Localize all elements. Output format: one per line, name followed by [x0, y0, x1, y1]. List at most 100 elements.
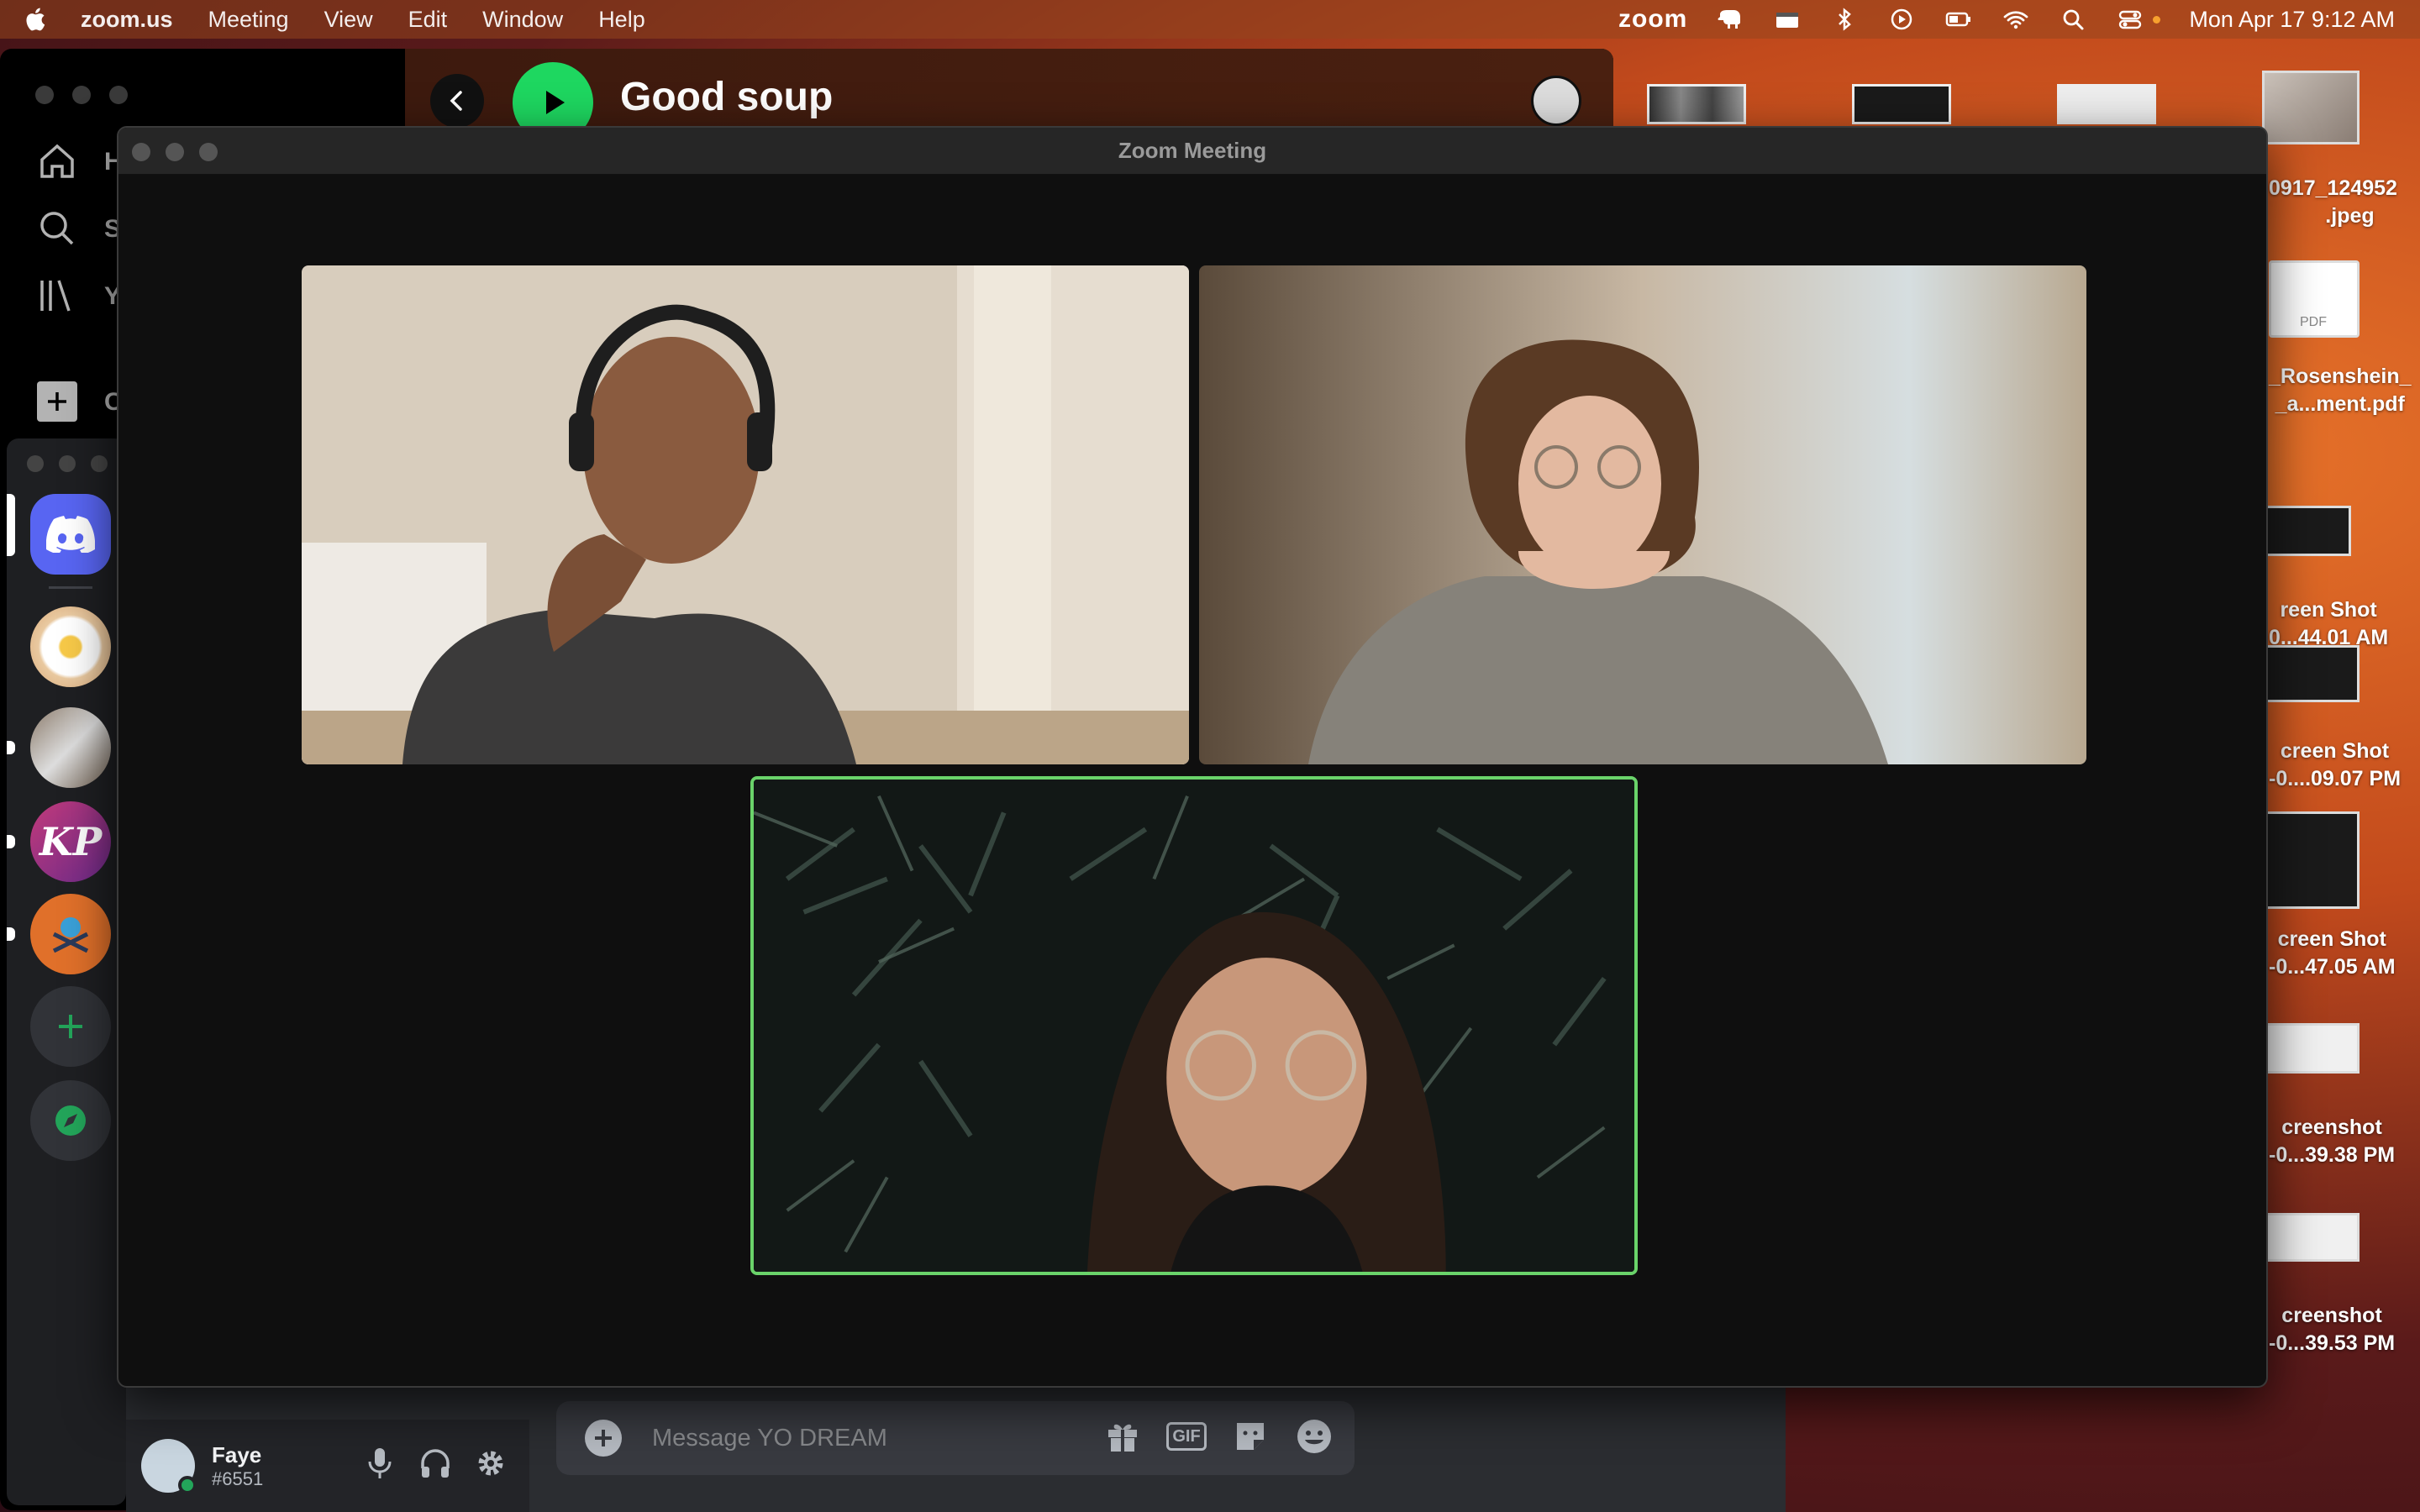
- chevron-left-icon: [450, 91, 462, 111]
- desktop-file-label[interactable]: creenshot -0...39.38 PM: [2269, 1114, 2395, 1169]
- apple-menu-icon[interactable]: [25, 8, 45, 31]
- plus-icon: [59, 1015, 82, 1038]
- create-playlist-button[interactable]: C: [37, 381, 123, 432]
- window-title: Zoom Meeting: [1118, 138, 1267, 163]
- wifi-icon[interactable]: [2002, 8, 2030, 31]
- desktop-screenshot-thumbnail[interactable]: [2265, 1213, 2360, 1262]
- zoom-window-button[interactable]: [199, 143, 218, 161]
- playlist-title: Good soup: [620, 75, 834, 119]
- discord-window-controls[interactable]: [27, 455, 108, 472]
- message-input[interactable]: Message YO DREAM: [652, 1425, 887, 1452]
- minimize-window-button[interactable]: [166, 143, 184, 161]
- unread-indicator: [7, 835, 15, 848]
- desktop-file-label[interactable]: creenshot -0...39.53 PM: [2269, 1302, 2395, 1357]
- plus-icon: [595, 1430, 612, 1446]
- microphone-icon: [368, 1448, 392, 1478]
- zoom-titlebar[interactable]: Zoom Meeting: [118, 128, 2266, 175]
- mic-in-use-indicator: [2153, 15, 2161, 24]
- menu-edit[interactable]: Edit: [408, 7, 448, 33]
- menu-app-name[interactable]: zoom.us: [81, 7, 173, 33]
- online-status-indicator: [178, 1476, 197, 1494]
- discord-logo-icon: [46, 516, 95, 553]
- menu-view[interactable]: View: [324, 7, 373, 33]
- search-nav-item[interactable]: S: [37, 208, 121, 259]
- desktop-screenshot-thumbnail[interactable]: [2265, 811, 2360, 909]
- desktop-screenshot-thumbnail[interactable]: [2265, 645, 2360, 702]
- explore-servers-button[interactable]: [30, 1080, 111, 1161]
- spotlight-search-icon[interactable]: [2059, 8, 2087, 31]
- zoom-window-controls[interactable]: [132, 143, 218, 161]
- library-nav-item[interactable]: Y: [37, 276, 121, 326]
- deafen-button[interactable]: [417, 1445, 454, 1482]
- home-nav-item[interactable]: H: [37, 141, 123, 192]
- unread-indicator: [7, 741, 15, 754]
- server-icon-egg[interactable]: [30, 606, 111, 687]
- plus-icon: [48, 392, 66, 411]
- participant-video-feed: [302, 265, 1189, 764]
- server-icon-kp[interactable]: KP: [30, 801, 111, 882]
- desktop-file-label[interactable]: reen Shot 0...44.01 AM: [2269, 596, 2388, 652]
- mute-button[interactable]: [361, 1445, 398, 1482]
- globe-icon: [52, 917, 89, 953]
- zoom-meeting-window: Zoom Meeting: [117, 126, 2268, 1388]
- active-speaker-video-tile[interactable]: [750, 776, 1638, 1275]
- desktop-thumbnail[interactable]: [1647, 84, 1746, 124]
- user-tag: #6551: [212, 1467, 264, 1489]
- user-avatar[interactable]: [1531, 76, 1581, 126]
- elephant-icon[interactable]: [1716, 8, 1744, 31]
- menubar-clock[interactable]: Mon Apr 17 9:12 AM: [2189, 7, 2395, 33]
- discord-home-button[interactable]: [30, 494, 111, 575]
- sticker-icon: [1237, 1423, 1264, 1450]
- desktop-thumbnail[interactable]: [1852, 84, 1951, 124]
- message-composer[interactable]: Message YO DREAM GIF: [556, 1401, 1355, 1475]
- user-panel: Faye #6551: [126, 1420, 529, 1512]
- username: Faye: [212, 1441, 262, 1467]
- user-settings-button[interactable]: [472, 1445, 509, 1482]
- desktop-file-label[interactable]: creen Shot -0....09.07 PM: [2269, 738, 2401, 793]
- discord-server-rail: KP: [7, 438, 126, 1505]
- desktop-file-pdf-icon[interactable]: PDF: [2269, 260, 2360, 338]
- user-avatar[interactable]: [141, 1439, 197, 1494]
- spotify-window-controls[interactable]: [35, 86, 128, 104]
- participant-video-feed: [754, 780, 1634, 1272]
- add-server-button[interactable]: [30, 986, 111, 1067]
- upload-attachment-button[interactable]: [585, 1420, 622, 1457]
- library-icon: [40, 280, 71, 312]
- menu-window[interactable]: Window: [482, 7, 563, 33]
- bluetooth-icon[interactable]: [1830, 8, 1859, 31]
- battery-icon[interactable]: [1944, 8, 1973, 31]
- server-icon-group-photo[interactable]: [30, 707, 111, 788]
- gif-picker-button[interactable]: GIF: [1166, 1422, 1207, 1451]
- compass-icon: [55, 1105, 86, 1136]
- menu-help[interactable]: Help: [598, 7, 645, 33]
- desktop-screenshot-thumbnail[interactable]: [2265, 1023, 2360, 1074]
- play-icon: [546, 91, 565, 114]
- search-icon: [40, 212, 74, 245]
- participant-video-tile[interactable]: [1199, 265, 2086, 764]
- control-center-icon[interactable]: [2116, 8, 2144, 31]
- home-icon: [40, 144, 74, 178]
- menu-meeting[interactable]: Meeting: [208, 7, 289, 33]
- user-info[interactable]: Faye #6551: [212, 1442, 263, 1490]
- desktop-file-label[interactable]: 0917_124952 .jpeg: [2269, 175, 2397, 230]
- gift-button[interactable]: [1102, 1416, 1143, 1457]
- desktop-file-label[interactable]: creen Shot -0...47.05 AM: [2269, 926, 2396, 981]
- close-window-button[interactable]: [132, 143, 150, 161]
- participant-video-feed: [1199, 265, 2086, 764]
- clapper-icon[interactable]: [1773, 8, 1802, 31]
- selected-indicator: [7, 494, 15, 556]
- desktop-screenshot-thumbnail[interactable]: [2265, 506, 2351, 556]
- desktop-file-jpeg-thumbnail[interactable]: [2262, 71, 2360, 144]
- emoji-picker-button[interactable]: [1294, 1416, 1334, 1457]
- sticker-picker-button[interactable]: [1230, 1416, 1270, 1457]
- zoom-status-item[interactable]: zoom: [1618, 5, 1687, 34]
- unread-indicator: [7, 927, 15, 941]
- desktop-file-label[interactable]: _Rosenshein_ _a...ment.pdf: [2269, 363, 2412, 418]
- back-button[interactable]: [430, 74, 484, 128]
- desktop-thumbnail[interactable]: [2057, 84, 2156, 124]
- smiley-icon: [1297, 1420, 1331, 1453]
- server-icon-globe[interactable]: [30, 894, 111, 974]
- participant-video-tile[interactable]: [302, 265, 1189, 764]
- gear-icon: [478, 1451, 503, 1476]
- play-circle-icon[interactable]: [1887, 8, 1916, 31]
